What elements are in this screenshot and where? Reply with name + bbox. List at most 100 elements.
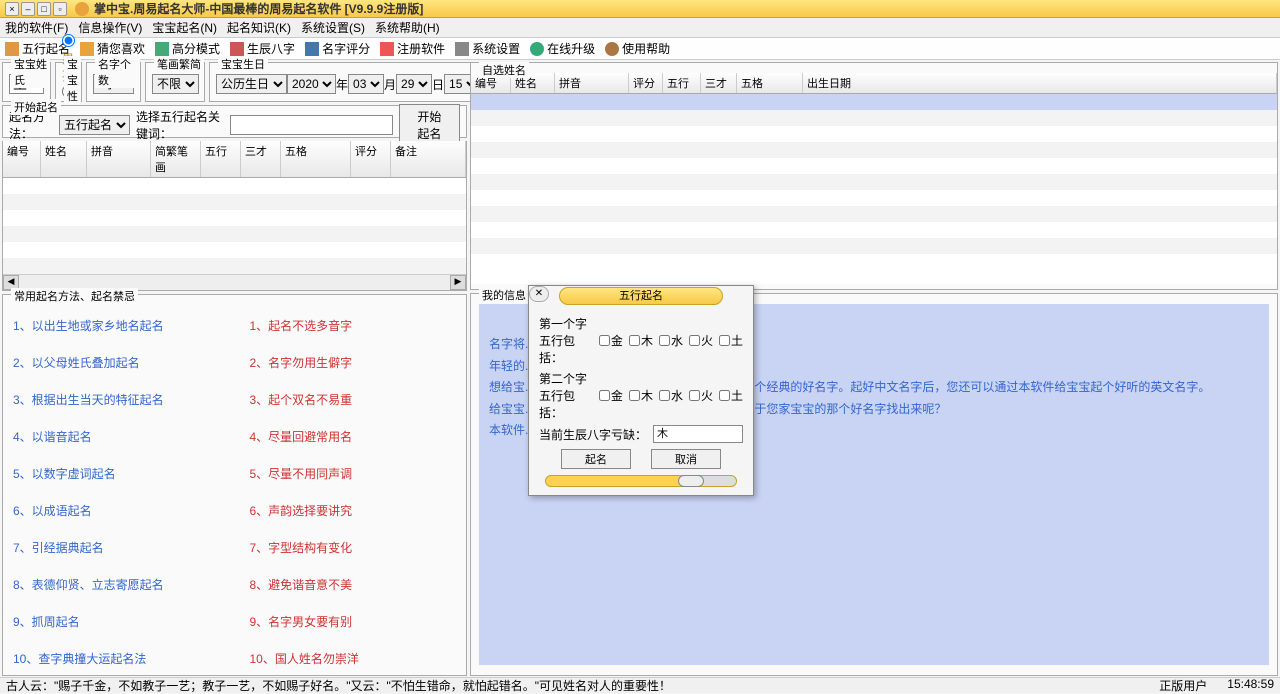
scroll-right-icon[interactable]: ▶	[450, 275, 466, 290]
chk-shui-1[interactable]: 水	[659, 332, 683, 349]
tip-warning[interactable]: 4、尽量回避常用名	[250, 428, 457, 445]
col-score[interactable]: 评分	[351, 141, 391, 177]
tip-warning[interactable]: 9、名字男女要有别	[250, 613, 457, 630]
chk-mu-1[interactable]: 木	[629, 332, 653, 349]
chk-tu-1[interactable]: 土	[719, 332, 743, 349]
method-select[interactable]: 五行起名	[59, 115, 130, 135]
tool-register[interactable]: 注册软件	[380, 40, 445, 57]
zx-col-score[interactable]: 评分	[629, 73, 663, 93]
menu-help[interactable]: 系统帮助(H)	[375, 19, 440, 36]
keyword-input[interactable]	[230, 115, 393, 135]
tip-link[interactable]: 4、以谐音起名	[13, 428, 220, 445]
zx-col-sancai[interactable]: 三才	[701, 73, 737, 93]
chk-jin-1[interactable]: 金	[599, 332, 623, 349]
update-icon	[530, 42, 544, 56]
window-max-icon[interactable]: □	[37, 2, 51, 16]
col-sancai[interactable]: 三才	[241, 141, 281, 177]
day-select[interactable]: 29	[396, 74, 432, 94]
tip-link[interactable]: 8、表德仰贤、立志寄愿起名	[13, 576, 220, 593]
tip-warning[interactable]: 10、国人姓名勿崇洋	[250, 650, 457, 667]
menu-knowledge[interactable]: 起名知识(K)	[227, 19, 291, 36]
tool-highscore[interactable]: 高分模式	[155, 40, 220, 57]
bazi-icon	[230, 42, 244, 56]
tool-settings[interactable]: 系统设置	[455, 40, 520, 57]
register-icon	[380, 42, 394, 56]
col-wuxing[interactable]: 五行	[201, 141, 241, 177]
tool-help[interactable]: 使用帮助	[605, 40, 670, 57]
dialog-cancel-button[interactable]: 取消	[651, 449, 721, 469]
month-select[interactable]: 03	[348, 74, 384, 94]
status-bar: 古人云："赐子千金，不如教子一艺；教子一艺，不如赐子好名。"又云："不怕生错命，…	[0, 677, 1280, 693]
chk-tu-2[interactable]: 土	[719, 387, 743, 404]
results-grid: 编号 姓名 拼音 简繁笔画 五行 三才 五格 评分 备注 ◀ ▶	[2, 141, 467, 291]
col-stroke[interactable]: 简繁笔画	[151, 141, 201, 177]
chk-shui-2[interactable]: 水	[659, 387, 683, 404]
tool-wuxing[interactable]: 五行起名	[5, 40, 70, 57]
dlg-row1-label: 第一个字五行包括：	[539, 315, 593, 366]
dialog-progress[interactable]	[545, 475, 737, 487]
lack-value: 木	[653, 425, 743, 443]
zx-col-wuge[interactable]: 五格	[737, 73, 803, 93]
zx-col-pinyin[interactable]: 拼音	[555, 73, 629, 93]
tip-link[interactable]: 2、以父母姓氏叠加起名	[13, 354, 220, 371]
zx-col-birth[interactable]: 出生日期	[803, 73, 1277, 93]
start-button[interactable]: 开始起名	[399, 104, 460, 146]
window-min-icon[interactable]: –	[21, 2, 35, 16]
year-select[interactable]: 2020	[287, 74, 336, 94]
tool-bazi[interactable]: 生辰八字	[230, 40, 295, 57]
tip-warning[interactable]: 3、起个双名不易重	[250, 391, 457, 408]
star-icon	[80, 42, 94, 56]
zx-col-wuxing[interactable]: 五行	[663, 73, 701, 93]
footer-time: 15:48:59	[1227, 677, 1274, 694]
chk-huo-1[interactable]: 火	[689, 332, 713, 349]
tip-link[interactable]: 10、查字典撞大运起名法	[13, 650, 220, 667]
rate-icon	[305, 42, 319, 56]
col-name[interactable]: 姓名	[41, 141, 87, 177]
window-restore-icon[interactable]: ▫	[53, 2, 67, 16]
tip-link[interactable]: 6、以成语起名	[13, 502, 220, 519]
tip-warning[interactable]: 7、字型结构有变化	[250, 539, 457, 556]
window-close-icon[interactable]: ×	[5, 2, 19, 16]
zixuan-grid-body[interactable]	[471, 94, 1277, 284]
chk-huo-2[interactable]: 火	[689, 387, 713, 404]
tool-update[interactable]: 在线升级	[530, 40, 595, 57]
wuxing-dialog: ✕ 五行起名 第一个字五行包括： 金 木 水 火 土 第二个字五行包括： 金 木…	[528, 285, 754, 496]
tip-warning[interactable]: 8、避免谐音意不美	[250, 576, 457, 593]
dialog-close-icon[interactable]: ✕	[529, 286, 549, 302]
menu-settings[interactable]: 系统设置(S)	[301, 19, 365, 36]
tool-guess[interactable]: 猜您喜欢	[80, 40, 145, 57]
stroke-select[interactable]: 不限	[152, 74, 199, 94]
col-wuge[interactable]: 五格	[281, 141, 351, 177]
birth-type-select[interactable]: 公历生日	[216, 74, 287, 94]
wuxing-icon	[5, 42, 19, 56]
tool-rate[interactable]: 名字评分	[305, 40, 370, 57]
group-surname: 宝宝姓氏	[2, 62, 51, 102]
tip-link[interactable]: 5、以数字虚词起名	[13, 465, 220, 482]
tip-warning[interactable]: 2、名字勿用生僻字	[250, 354, 457, 371]
chk-jin-2[interactable]: 金	[599, 387, 623, 404]
window-title: 掌中宝.周易起名大师-中国最棒的周易起名软件 [V9.9.9注册版]	[94, 0, 423, 17]
tip-warning[interactable]: 1、起名不选多音字	[250, 317, 457, 334]
dialog-ok-button[interactable]: 起名	[561, 449, 631, 469]
tip-link[interactable]: 7、引经据典起名	[13, 539, 220, 556]
col-id[interactable]: 编号	[3, 141, 41, 177]
menu-file[interactable]: 我的软件(F)	[5, 19, 68, 36]
tip-warning[interactable]: 5、尽量不用同声调	[250, 465, 457, 482]
group-stroke: 笔画繁简 不限	[145, 62, 205, 102]
menu-naming[interactable]: 宝宝起名(N)	[152, 19, 217, 36]
window-titlebar: × – □ ▫ 掌中宝.周易起名大师-中国最棒的周易起名软件 [V9.9.9注册…	[0, 0, 1280, 18]
help-icon	[605, 42, 619, 56]
menu-bar: 我的软件(F) 信息操作(V) 宝宝起名(N) 起名知识(K) 系统设置(S) …	[0, 18, 1280, 38]
chk-mu-2[interactable]: 木	[629, 387, 653, 404]
grid-body[interactable]	[3, 178, 466, 274]
col-note[interactable]: 备注	[391, 141, 466, 177]
tip-link[interactable]: 1、以出生地或家乡地名起名	[13, 317, 220, 334]
tip-link[interactable]: 3、根据出生当天的特征起名	[13, 391, 220, 408]
tip-warning[interactable]: 6、声韵选择要讲究	[250, 502, 457, 519]
group-birth: 宝宝生日 公历生日 2020年 03月 29日 15时	[209, 62, 499, 102]
group-chars: 名字个数 2字	[86, 62, 141, 102]
dlg-row3-label: 当前生辰八字亏缺：	[539, 426, 647, 443]
col-pinyin[interactable]: 拼音	[87, 141, 151, 177]
tip-link[interactable]: 9、抓周起名	[13, 613, 220, 630]
menu-info[interactable]: 信息操作(V)	[78, 19, 142, 36]
